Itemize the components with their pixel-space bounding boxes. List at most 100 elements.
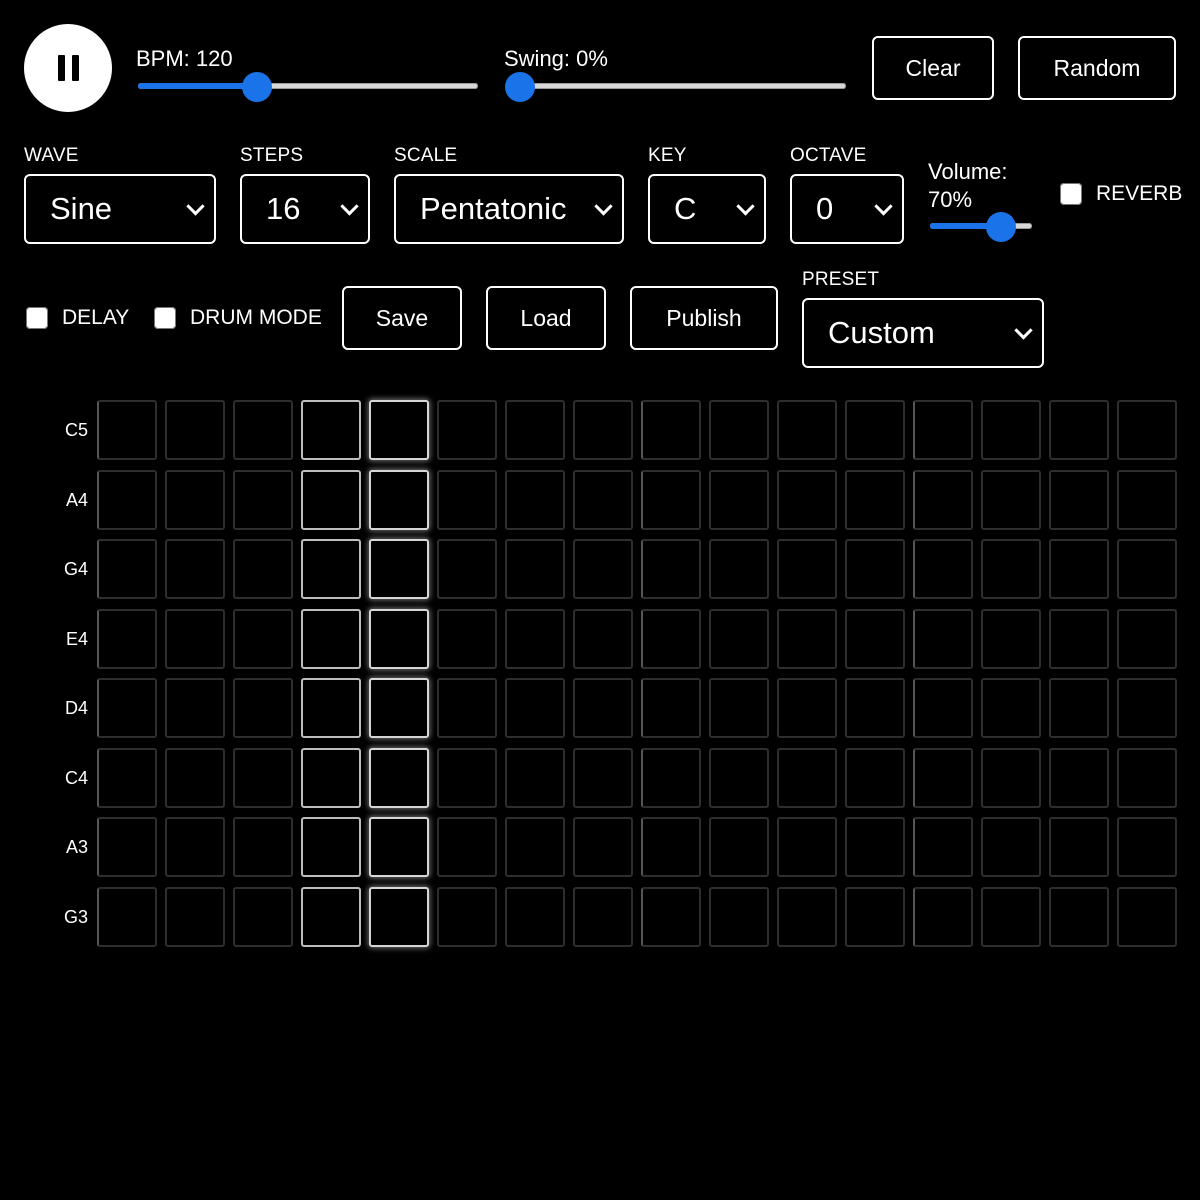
- grid-cell[interactable]: [777, 817, 837, 877]
- preset-select[interactable]: Custom: [802, 298, 1044, 368]
- grid-cell[interactable]: [1117, 609, 1177, 669]
- grid-cell[interactable]: [1117, 539, 1177, 599]
- grid-cell[interactable]: [981, 748, 1041, 808]
- reverb-checkbox[interactable]: [1060, 183, 1082, 205]
- grid-cell[interactable]: [573, 887, 633, 947]
- grid-cell[interactable]: [777, 609, 837, 669]
- grid-cell[interactable]: [709, 400, 769, 460]
- grid-cell[interactable]: [913, 400, 973, 460]
- grid-cell[interactable]: [641, 470, 701, 530]
- grid-cell[interactable]: [1049, 817, 1109, 877]
- grid-cell[interactable]: [369, 748, 429, 808]
- grid-cell[interactable]: [165, 887, 225, 947]
- grid-cell[interactable]: [437, 817, 497, 877]
- wave-select[interactable]: Sine: [24, 174, 216, 244]
- grid-cell[interactable]: [505, 817, 565, 877]
- grid-cell[interactable]: [981, 539, 1041, 599]
- grid-cell[interactable]: [573, 539, 633, 599]
- grid-cell[interactable]: [981, 609, 1041, 669]
- grid-cell[interactable]: [369, 539, 429, 599]
- grid-cell[interactable]: [913, 470, 973, 530]
- grid-cell[interactable]: [437, 609, 497, 669]
- grid-cell[interactable]: [1117, 748, 1177, 808]
- grid-cell[interactable]: [1117, 400, 1177, 460]
- publish-button[interactable]: Publish: [630, 286, 778, 350]
- grid-cell[interactable]: [369, 400, 429, 460]
- grid-cell[interactable]: [1049, 470, 1109, 530]
- grid-cell[interactable]: [777, 887, 837, 947]
- grid-cell[interactable]: [437, 678, 497, 738]
- grid-cell[interactable]: [913, 678, 973, 738]
- key-select[interactable]: C: [648, 174, 766, 244]
- grid-cell[interactable]: [505, 470, 565, 530]
- grid-cell[interactable]: [1049, 887, 1109, 947]
- grid-cell[interactable]: [97, 817, 157, 877]
- grid-cell[interactable]: [97, 539, 157, 599]
- grid-cell[interactable]: [709, 470, 769, 530]
- grid-cell[interactable]: [301, 470, 361, 530]
- grid-cell[interactable]: [777, 678, 837, 738]
- grid-cell[interactable]: [505, 609, 565, 669]
- grid-cell[interactable]: [165, 609, 225, 669]
- grid-cell[interactable]: [505, 887, 565, 947]
- grid-cell[interactable]: [97, 609, 157, 669]
- grid-cell[interactable]: [641, 678, 701, 738]
- swing-slider-thumb[interactable]: [505, 72, 535, 102]
- grid-cell[interactable]: [437, 748, 497, 808]
- grid-cell[interactable]: [913, 609, 973, 669]
- grid-cell[interactable]: [709, 817, 769, 877]
- grid-cell[interactable]: [573, 817, 633, 877]
- grid-cell[interactable]: [641, 609, 701, 669]
- grid-cell[interactable]: [301, 539, 361, 599]
- grid-cell[interactable]: [641, 887, 701, 947]
- grid-cell[interactable]: [777, 400, 837, 460]
- grid-cell[interactable]: [233, 678, 293, 738]
- grid-cell[interactable]: [369, 609, 429, 669]
- grid-cell[interactable]: [437, 539, 497, 599]
- grid-cell[interactable]: [97, 678, 157, 738]
- grid-cell[interactable]: [573, 678, 633, 738]
- grid-cell[interactable]: [709, 748, 769, 808]
- clear-button[interactable]: Clear: [872, 36, 994, 100]
- grid-cell[interactable]: [641, 817, 701, 877]
- grid-cell[interactable]: [913, 887, 973, 947]
- grid-cell[interactable]: [845, 887, 905, 947]
- grid-cell[interactable]: [709, 609, 769, 669]
- grid-cell[interactable]: [97, 470, 157, 530]
- grid-cell[interactable]: [437, 470, 497, 530]
- grid-cell[interactable]: [981, 817, 1041, 877]
- grid-cell[interactable]: [1117, 887, 1177, 947]
- grid-cell[interactable]: [1117, 470, 1177, 530]
- grid-cell[interactable]: [233, 748, 293, 808]
- grid-cell[interactable]: [981, 470, 1041, 530]
- grid-cell[interactable]: [505, 539, 565, 599]
- grid-cell[interactable]: [845, 678, 905, 738]
- grid-cell[interactable]: [981, 400, 1041, 460]
- grid-cell[interactable]: [1049, 539, 1109, 599]
- grid-cell[interactable]: [845, 748, 905, 808]
- grid-cell[interactable]: [1049, 400, 1109, 460]
- grid-cell[interactable]: [1117, 817, 1177, 877]
- grid-cell[interactable]: [301, 678, 361, 738]
- grid-cell[interactable]: [845, 400, 905, 460]
- grid-cell[interactable]: [709, 539, 769, 599]
- steps-select[interactable]: 16: [240, 174, 370, 244]
- grid-cell[interactable]: [97, 887, 157, 947]
- grid-cell[interactable]: [913, 539, 973, 599]
- grid-cell[interactable]: [913, 748, 973, 808]
- grid-cell[interactable]: [301, 748, 361, 808]
- volume-slider[interactable]: [930, 212, 1032, 242]
- grid-cell[interactable]: [165, 400, 225, 460]
- grid-cell[interactable]: [845, 470, 905, 530]
- grid-cell[interactable]: [573, 470, 633, 530]
- grid-cell[interactable]: [505, 678, 565, 738]
- grid-cell[interactable]: [845, 817, 905, 877]
- grid-cell[interactable]: [233, 400, 293, 460]
- grid-cell[interactable]: [233, 887, 293, 947]
- save-button[interactable]: Save: [342, 286, 462, 350]
- grid-cell[interactable]: [233, 470, 293, 530]
- grid-cell[interactable]: [369, 678, 429, 738]
- grid-cell[interactable]: [573, 609, 633, 669]
- grid-cell[interactable]: [777, 539, 837, 599]
- grid-cell[interactable]: [641, 539, 701, 599]
